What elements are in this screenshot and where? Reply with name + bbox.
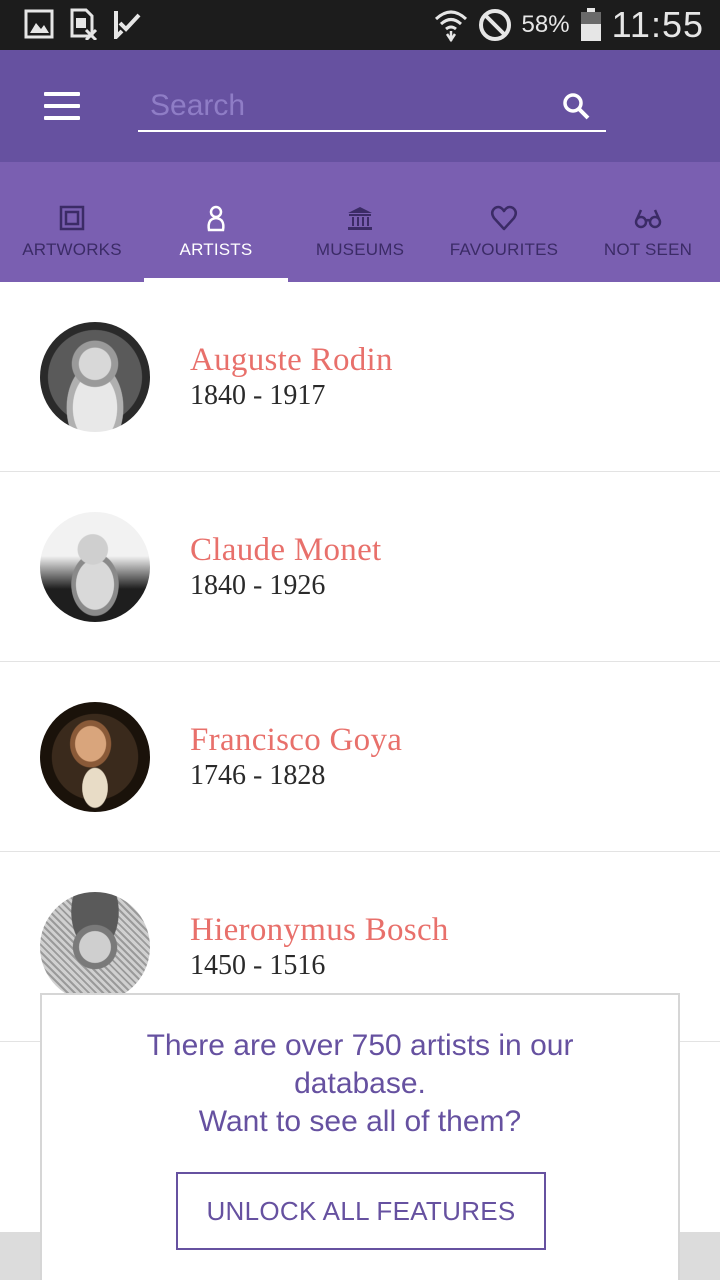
status-bar-system: 58% 11:55 [434,0,704,50]
artist-years: 1840 - 1926 [190,570,326,601]
museum-icon [348,207,372,230]
search-icon[interactable] [562,92,590,120]
list-item[interactable]: Claude Monet 1840 - 1926 [0,472,720,662]
tab-favourites[interactable]: FAVOURITES [432,162,576,282]
tab-not-seen[interactable]: NOT SEEN [576,162,720,282]
artist-name: Francisco Goya [190,722,403,758]
status-bar-notifications [24,8,142,40]
artist-name: Claude Monet [190,532,382,568]
category-tabs: ARTWORKS ARTISTS MUSEUMS FAVOURITES NOT … [0,162,720,282]
artist-portrait [40,322,150,432]
artist-portrait [40,702,150,812]
glasses-icon [634,209,662,229]
clock: 11:55 [611,4,704,45]
image-icon [24,9,54,39]
app-toolbar [0,50,720,162]
artist-years: 1450 - 1516 [190,950,326,981]
battery-percentage: 58% [521,11,570,38]
tab-artists[interactable]: ARTISTS [144,162,288,282]
person-icon [207,205,225,232]
tab-label: ARTWORKS [22,240,122,259]
list-item[interactable]: Francisco Goya 1746 - 1828 [0,662,720,852]
promo-line: There are over 750 artists in our [146,1029,574,1062]
unlock-all-features-button[interactable]: UNLOCK ALL FEATURES [176,1172,546,1250]
do-not-disturb-icon [478,9,511,41]
artist-portrait [40,892,150,1002]
promo-line: Want to see all of them? [198,1105,522,1138]
artist-name: Auguste Rodin [190,342,393,378]
promo-message: There are over 750 artists in our databa… [42,1027,678,1141]
status-bar: 58% 11:55 [0,0,720,50]
artist-name: Hieronymus Bosch [190,912,449,948]
search-bar [138,82,606,132]
task-check-icon [114,11,141,39]
search-input[interactable] [150,86,540,126]
tab-label: NOT SEEN [603,240,693,259]
battery-icon [580,8,601,41]
artist-years: 1746 - 1828 [190,760,326,791]
frame-icon [59,205,85,231]
tab-museums[interactable]: MUSEUMS [288,162,432,282]
unlock-promo-card: There are over 750 artists in our databa… [40,993,680,1280]
tab-label: ARTISTS [179,240,253,259]
tab-label: FAVOURITES [449,240,559,259]
wifi-icon [434,10,467,43]
artist-portrait [40,512,150,622]
promo-line: database. [294,1067,426,1100]
artist-list: Auguste Rodin 1840 - 1917 Claude Monet 1… [0,282,720,1042]
list-item[interactable]: Auguste Rodin 1840 - 1917 [0,282,720,472]
tab-label: MUSEUMS [315,240,405,259]
tab-artworks[interactable]: ARTWORKS [0,162,144,282]
hamburger-menu-icon[interactable] [34,84,90,128]
artist-years: 1840 - 1917 [190,380,326,411]
heart-icon [491,205,517,231]
sim-card-off-icon [70,8,98,40]
